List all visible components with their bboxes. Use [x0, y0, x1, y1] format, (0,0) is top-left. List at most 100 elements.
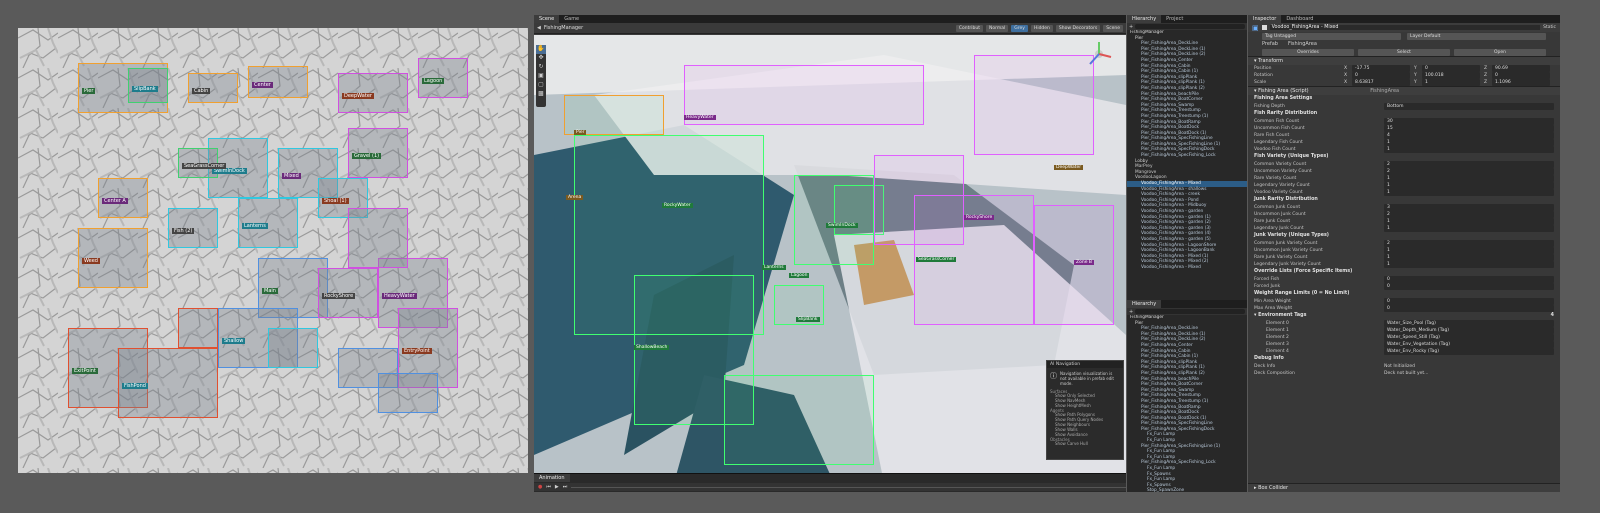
transform-y-field[interactable]: 100.018: [1422, 72, 1480, 79]
field-value[interactable]: 0: [1384, 298, 1554, 305]
select-button[interactable]: Select: [1358, 48, 1450, 56]
box-collider-header[interactable]: ▸ Box Collider: [1248, 483, 1560, 492]
field-row: Legendary Junk Variety Count 1: [1248, 261, 1560, 268]
hierarchy-item[interactable]: Voodoo_FishingArea - Mixed: [1127, 265, 1247, 271]
scene-viewport[interactable]: RockyWater SwimInDock Lanterns Lagoon SeaGra…: [534, 35, 1126, 483]
transform-tool-icon[interactable]: ▩: [536, 90, 546, 99]
field-value[interactable]: Bottom: [1384, 103, 1554, 110]
script-header[interactable]: ▾ Fishing Area (Script) FishingArea: [1248, 86, 1560, 95]
hierarchy-toolbar: +: [1127, 23, 1247, 30]
timeline-ruler[interactable]: [571, 486, 1126, 488]
env-tag-value[interactable]: Water_Env_Rocky (Tag): [1384, 348, 1554, 355]
tab-dashboard[interactable]: Dashboard: [1281, 15, 1318, 23]
add-icon[interactable]: +: [1129, 24, 1133, 30]
contrib-toggle[interactable]: Contribut: [955, 24, 983, 32]
breadcrumb[interactable]: FishingManager: [544, 25, 583, 31]
tab-project[interactable]: Project: [1161, 15, 1188, 23]
tab-hierarchy[interactable]: Hierarchy: [1127, 15, 1162, 23]
rect-tool-icon[interactable]: ▢: [536, 81, 546, 90]
transform-x-field[interactable]: -17.75: [1352, 65, 1410, 72]
overrides-dropdown[interactable]: Overrides: [1262, 48, 1354, 56]
section-header: Fishing Area Settings: [1254, 96, 1313, 101]
show-decorators-toggle[interactable]: Show Decorators: [1055, 24, 1101, 32]
section-header: Junk Rarity Distribution: [1254, 197, 1318, 202]
env-tag-value[interactable]: Water_Size_Pool (Tag): [1384, 320, 1554, 327]
field-value[interactable]: 0: [1384, 276, 1554, 283]
field-label: Uncommon Junk Variety Count: [1254, 248, 1323, 253]
tab-animation[interactable]: Animation: [534, 474, 570, 482]
add-icon-2[interactable]: +: [1129, 309, 1133, 315]
normal-toggle[interactable]: Normal: [985, 24, 1009, 32]
hierarchy-search-input[interactable]: [1135, 24, 1245, 29]
scene-toolbar: ◀ FishingManager Contribut Normal Grey H…: [534, 23, 1126, 34]
transform-z-field[interactable]: 90.69: [1492, 65, 1550, 72]
area-label: Gravel (1): [352, 153, 382, 159]
object-name-field[interactable]: Voodoo_FishingArea - Mixed: [1269, 25, 1541, 30]
hidden-toggle[interactable]: Hidden: [1030, 24, 1053, 32]
hierarchy-item[interactable]: Stop_SpawnZone: [1127, 488, 1247, 492]
prefab-name[interactable]: FishingArea: [1288, 41, 1546, 47]
tag-dropdown[interactable]: Tag Untagged: [1262, 32, 1401, 40]
field-value[interactable]: 1: [1384, 182, 1554, 189]
env-tag-value[interactable]: Water_Depth_Medium (Tag): [1384, 327, 1554, 334]
hierarchy-search-input-2[interactable]: [1135, 309, 1245, 314]
transform-y-field[interactable]: 1: [1422, 79, 1480, 86]
field-value[interactable]: 30: [1384, 118, 1554, 125]
field-value[interactable]: 1: [1384, 261, 1554, 268]
grey-toggle[interactable]: Grey: [1011, 24, 1028, 32]
open-button[interactable]: Open: [1454, 48, 1546, 56]
field-value[interactable]: 3: [1384, 204, 1554, 211]
rotate-tool-icon[interactable]: ↻: [536, 63, 546, 72]
back-arrow-icon[interactable]: ◀: [537, 25, 541, 31]
field-value[interactable]: 2: [1384, 240, 1554, 247]
tab-game[interactable]: Game: [559, 15, 584, 23]
layer-dropdown[interactable]: Layer Default: [1407, 32, 1546, 40]
record-icon[interactable]: ●: [538, 484, 542, 490]
next-key-icon[interactable]: ⏭: [563, 484, 568, 490]
tab-inspector[interactable]: Inspector: [1248, 15, 1282, 23]
tab-hierarchy-2[interactable]: Hierarchy: [1127, 300, 1162, 308]
field-value[interactable]: 1: [1384, 218, 1554, 225]
hand-tool-icon[interactable]: ✋: [536, 45, 546, 54]
field-value[interactable]: 1: [1384, 247, 1554, 254]
transform-x-field[interactable]: 8.63817: [1352, 79, 1410, 86]
field-value[interactable]: 2: [1384, 161, 1554, 168]
field-value[interactable]: 1: [1384, 139, 1554, 146]
field-value[interactable]: 15: [1384, 125, 1554, 132]
scale-tool-icon[interactable]: ▣: [536, 72, 546, 81]
scene-gizmo[interactable]: [1084, 39, 1114, 69]
play-icon[interactable]: ▶: [555, 484, 559, 490]
env-tag-value[interactable]: Water_Env_Vegetation (Tag): [1384, 341, 1554, 348]
field-value[interactable]: 0: [1384, 283, 1554, 290]
transform-header[interactable]: ▾ Transform: [1248, 56, 1560, 65]
transform-y-field[interactable]: 0: [1422, 65, 1480, 72]
transform-z-field[interactable]: 1.1096: [1492, 79, 1550, 86]
field-value[interactable]: 2: [1384, 211, 1554, 218]
field-value[interactable]: 1: [1384, 254, 1554, 261]
move-tool-icon[interactable]: ✥: [536, 54, 546, 63]
field-value[interactable]: 4: [1384, 132, 1554, 139]
field-value[interactable]: 0: [1384, 305, 1554, 312]
field-value[interactable]: 1: [1384, 146, 1554, 153]
field-value[interactable]: 1: [1384, 225, 1554, 232]
env-tags-header[interactable]: ▾ Environment Tags 4: [1248, 312, 1560, 320]
prev-key-icon[interactable]: ⏮: [546, 484, 551, 490]
transform-x-field[interactable]: 0: [1352, 72, 1410, 79]
nav-option[interactable]: Show Carve Hull: [1055, 442, 1123, 447]
debug-header: Debug Info: [1254, 356, 1284, 361]
transform-z-field[interactable]: 0: [1492, 72, 1550, 79]
script-ref[interactable]: FishingArea: [1370, 88, 1399, 94]
tab-scene[interactable]: Scene: [534, 15, 560, 23]
field-value[interactable]: 1: [1384, 189, 1554, 196]
field-value[interactable]: 2: [1384, 168, 1554, 175]
field-row: Fishing Depth Bottom: [1248, 103, 1560, 110]
scene-button[interactable]: Scene: [1103, 24, 1123, 32]
active-checkbox[interactable]: [1261, 25, 1267, 30]
env-tags-count[interactable]: 4: [1551, 312, 1554, 320]
hierarchy-top-tree: FishingManager Pier Pier_FishingArea_DeckL…: [1127, 30, 1247, 298]
section-header: Weight Range Limits (0 = No Limit): [1254, 291, 1350, 296]
static-toggle[interactable]: Static: [1543, 25, 1556, 30]
field-row: Uncommon Variety Count 2: [1248, 168, 1560, 175]
field-value[interactable]: 1: [1384, 175, 1554, 182]
env-tag-value[interactable]: Water_Speed_Still (Tag): [1384, 334, 1554, 341]
